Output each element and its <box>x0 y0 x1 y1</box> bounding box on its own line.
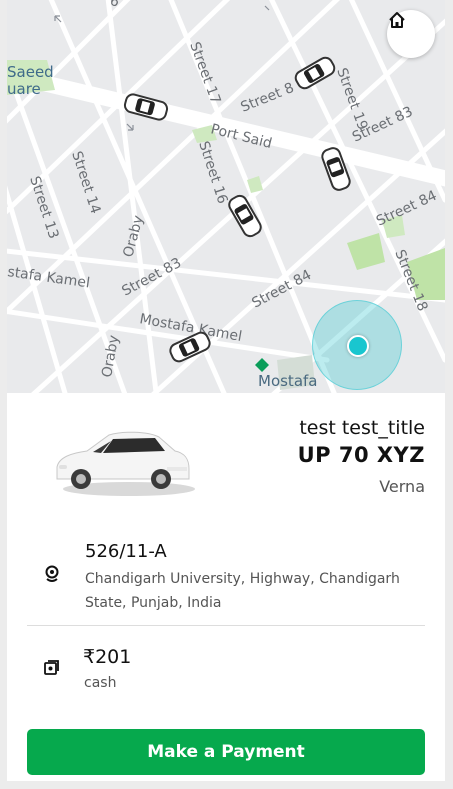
cash-icon <box>44 660 59 675</box>
taxi-marker-icon <box>321 147 351 191</box>
fare-info: ₹201 cash <box>27 646 425 696</box>
map-label-square: uare <box>7 80 41 98</box>
map-label-street-84-b: Street 84 <box>249 267 314 312</box>
payment-method: cash <box>84 675 117 691</box>
home-button[interactable] <box>387 10 435 58</box>
map-label-street-14: Street 14 <box>68 149 103 216</box>
driver-info: test test_title UP 70 XYZ Verna <box>298 417 425 496</box>
current-location-icon <box>347 335 369 357</box>
map-label-street-17: Street 17 <box>186 40 223 106</box>
taxi-marker-icon <box>228 194 262 238</box>
taxi-marker-icon <box>169 331 211 363</box>
map-label-saeed: Saeed <box>7 63 54 81</box>
map-view[interactable]: Saeed uare Street 17 Street 8 Street 19 … <box>7 0 445 393</box>
car-image <box>56 431 195 496</box>
pickup-address: 526/11-A Chandigarh University, Highway,… <box>27 541 425 621</box>
make-payment-button[interactable]: Make a Payment <box>27 729 425 775</box>
vehicle-model: Verna <box>379 477 425 496</box>
address-title: 526/11-A <box>85 541 167 562</box>
map-label-street-84-a: Street 84 <box>374 188 440 230</box>
vehicle-plate: UP 70 XYZ <box>297 443 425 467</box>
ride-details-panel: test test_title UP 70 XYZ Verna 526/11-A… <box>7 393 445 781</box>
map-label-oraby-a: Oraby <box>120 214 146 259</box>
address-body: Chandigarh University, Highway, Chandiga… <box>85 571 400 611</box>
divider <box>27 625 425 626</box>
taxi-marker-icon <box>294 56 336 90</box>
taxi-marker-icon <box>123 93 169 121</box>
app-frame: Saeed uare Street 17 Street 8 Street 19 … <box>7 0 445 781</box>
fare-amount: ₹201 <box>83 646 132 668</box>
location-pin-icon <box>45 565 59 582</box>
driver-name: test test_title <box>299 417 425 439</box>
home-icon <box>389 12 405 28</box>
map-label-mostafa: Mostafa <box>258 372 317 390</box>
